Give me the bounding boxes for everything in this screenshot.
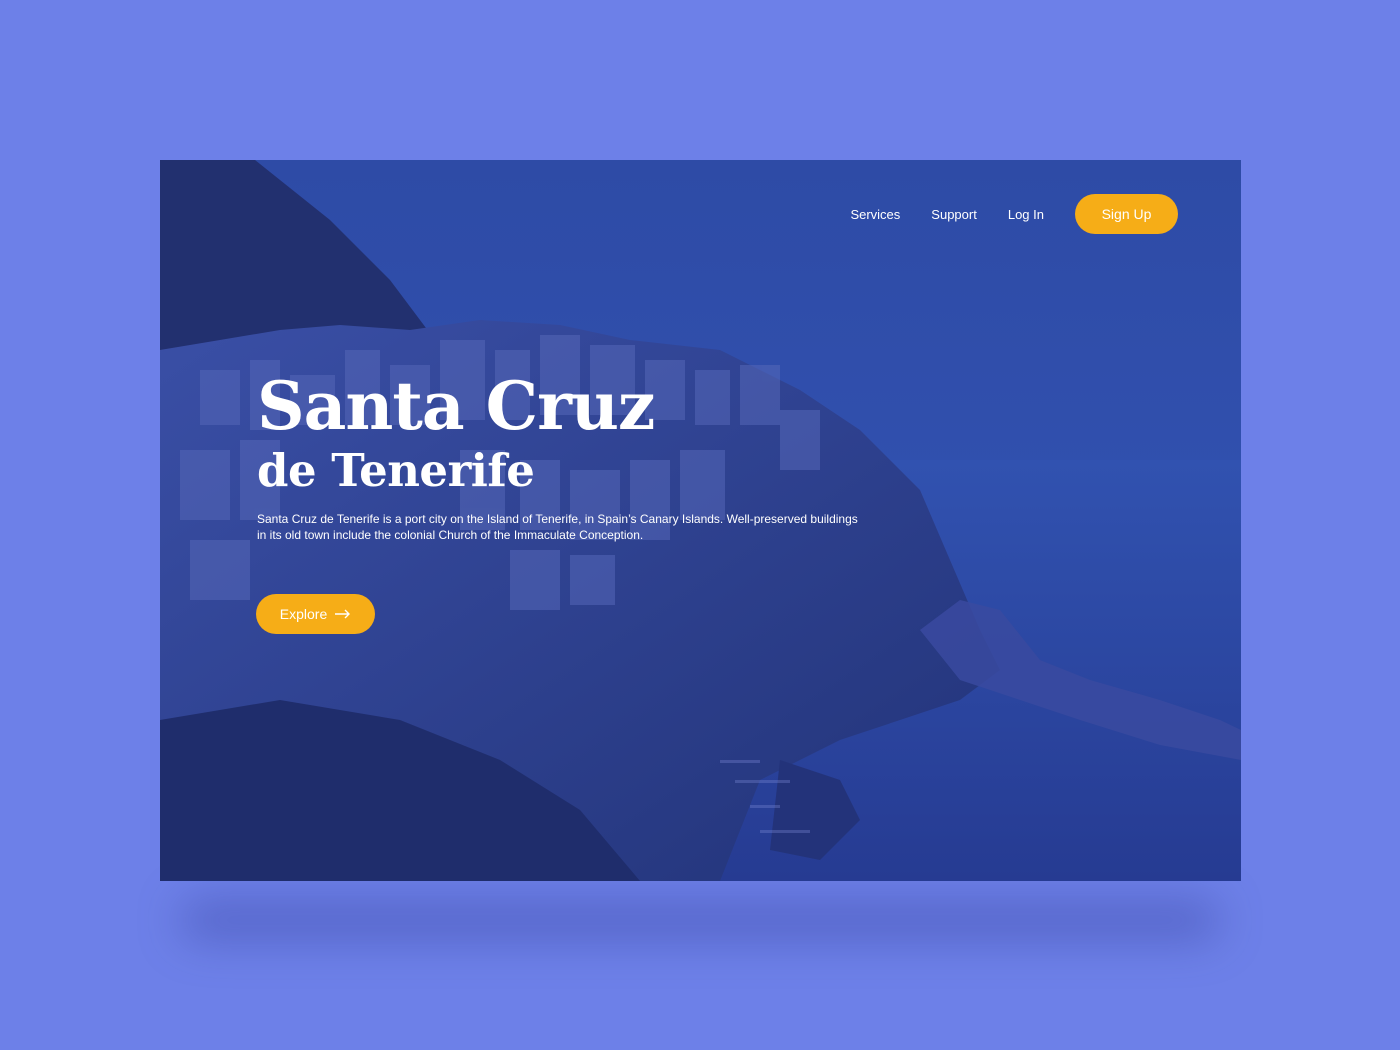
hero-description: Santa Cruz de Tenerife is a port city on…	[257, 512, 858, 542]
nav-link-services[interactable]: Services	[850, 207, 900, 222]
hero-title-line1: Santa Cruz	[257, 367, 655, 445]
hero-title-line2: de Tenerife	[257, 444, 535, 497]
arrow-right-icon	[335, 609, 351, 619]
landing-page-frame: Services Support Log In Sign Up Santa Cr…	[160, 160, 1241, 881]
explore-label: Explore	[279, 606, 328, 622]
frame-shadow	[180, 900, 1220, 940]
signup-button[interactable]: Sign Up	[1075, 194, 1178, 234]
nav-link-login[interactable]: Log In	[1008, 207, 1044, 222]
hero-content: Santa Cruz de Tenerife Santa Cruz de Ten…	[257, 367, 897, 543]
nav-link-support[interactable]: Support	[931, 207, 977, 222]
top-navigation: Services Support Log In Sign Up	[850, 194, 1178, 234]
explore-button[interactable]: Explore	[256, 594, 375, 634]
